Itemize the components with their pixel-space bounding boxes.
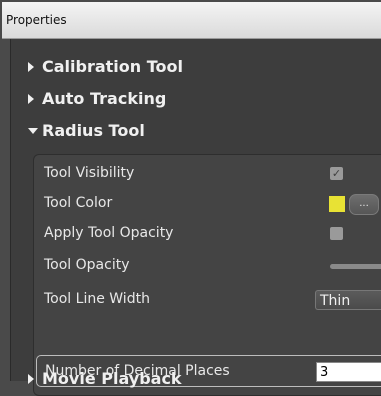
- row-tool-visibility: Tool Visibility ✓: [34, 159, 381, 189]
- properties-panel: Calibration Tool Auto Tracking Radius To…: [10, 39, 381, 396]
- expand-arrow-icon: [28, 62, 34, 72]
- section-label: Movie Playback: [42, 369, 182, 388]
- collapse-arrow-icon: [28, 128, 38, 134]
- tool-line-width-label: Tool Line Width: [44, 291, 150, 307]
- expand-arrow-icon: [28, 374, 34, 384]
- tool-line-width-dropdown[interactable]: Thin: [315, 290, 381, 310]
- apply-tool-opacity-label: Apply Tool Opacity: [44, 225, 174, 241]
- apply-tool-opacity-checkbox[interactable]: [330, 227, 343, 240]
- expand-arrow-icon: [28, 94, 34, 104]
- window-title: Properties: [6, 13, 67, 27]
- row-tool-line-width: Tool Line Width Thin: [34, 285, 381, 315]
- properties-title-bar: Properties: [2, 2, 381, 39]
- row-tool-color: Tool Color ...: [34, 189, 381, 219]
- tool-color-label: Tool Color: [44, 195, 113, 211]
- tool-opacity-slider[interactable]: [330, 264, 381, 269]
- tool-visibility-checkbox[interactable]: ✓: [330, 167, 343, 180]
- section-label: Calibration Tool: [42, 57, 183, 76]
- row-tool-opacity: Tool Opacity: [34, 251, 381, 281]
- section-movie-playback[interactable]: Movie Playback: [11, 365, 381, 393]
- section-label: Auto Tracking: [42, 89, 167, 108]
- row-apply-tool-opacity: Apply Tool Opacity: [34, 219, 381, 249]
- radius-tool-properties: Tool Visibility ✓ Tool Color ... Apply T…: [33, 154, 381, 396]
- section-label: Radius Tool: [42, 121, 145, 140]
- tool-opacity-label: Tool Opacity: [44, 257, 130, 273]
- tool-color-swatch[interactable]: [329, 196, 345, 212]
- section-radius-tool[interactable]: Radius Tool: [11, 117, 381, 145]
- section-auto-tracking[interactable]: Auto Tracking: [11, 85, 381, 113]
- tool-color-picker-button[interactable]: ...: [349, 194, 379, 215]
- tool-visibility-label: Tool Visibility: [44, 165, 135, 181]
- section-calibration-tool[interactable]: Calibration Tool: [11, 53, 381, 81]
